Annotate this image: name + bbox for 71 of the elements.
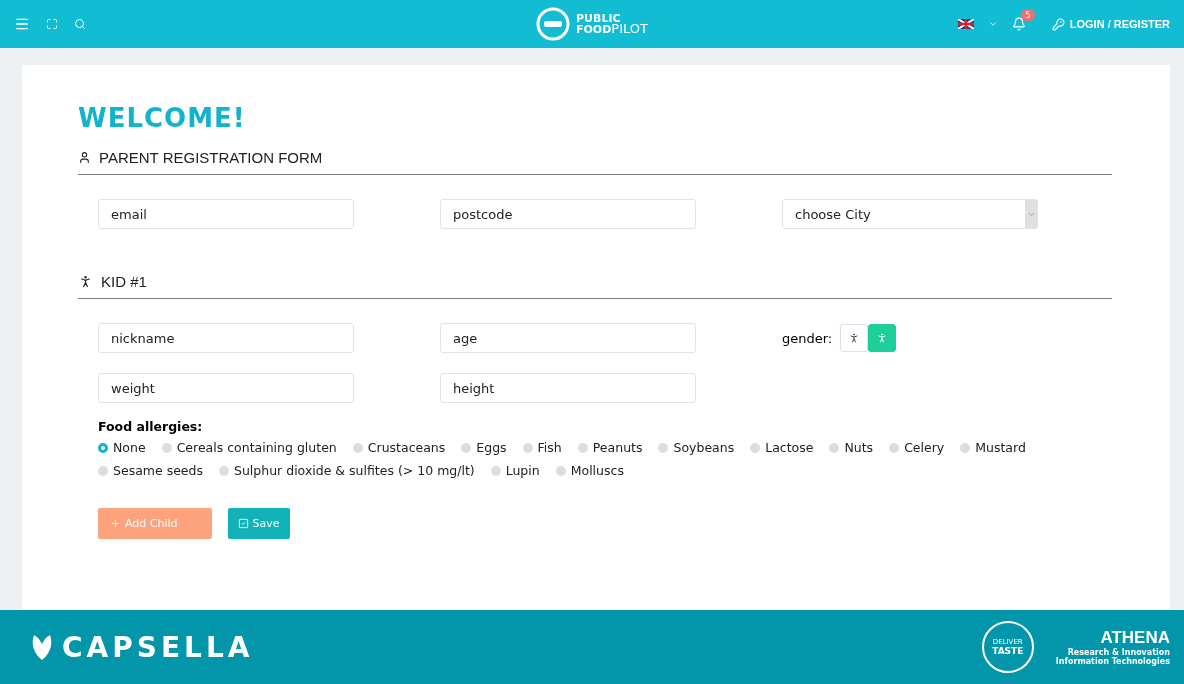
allergy-radio[interactable]: Nuts xyxy=(829,440,874,455)
allergy-radio[interactable]: Mustard xyxy=(960,440,1026,455)
radio-dot[interactable] xyxy=(490,465,501,476)
radio-label: Lupin xyxy=(505,463,540,478)
radio-dot[interactable] xyxy=(461,442,472,453)
allergy-radio[interactable]: Lactose xyxy=(750,440,814,455)
flag-icon[interactable] xyxy=(957,19,974,29)
text-field[interactable]: nickname xyxy=(98,323,354,353)
menu-icon[interactable] xyxy=(14,16,30,32)
radio-dot[interactable] xyxy=(960,442,971,453)
radio-dot[interactable] xyxy=(352,442,363,453)
bell-icon[interactable] xyxy=(1011,17,1026,31)
allergy-radio[interactable]: Soybeans xyxy=(658,440,735,455)
search-icon[interactable] xyxy=(74,18,86,30)
section-title: KID #1 xyxy=(101,273,147,290)
radio-dot[interactable] xyxy=(98,442,108,453)
key-icon xyxy=(1051,17,1065,31)
logo-text: PUBLIC xyxy=(576,13,621,24)
chevron-down-icon[interactable] xyxy=(987,19,998,29)
radio-label: Molluscs xyxy=(570,463,624,478)
checkbox-icon xyxy=(237,518,249,529)
text-field[interactable]: weight xyxy=(98,373,354,403)
radio-dot[interactable] xyxy=(577,442,588,453)
user-icon xyxy=(78,151,91,164)
radio-dot[interactable] xyxy=(98,465,108,476)
notification-badge: 5 xyxy=(1021,9,1035,21)
athena-logo: ATHENA Research & Innovation Information Technologies xyxy=(1055,628,1170,666)
logo-text: PILOT xyxy=(611,23,648,34)
text-field[interactable]: age xyxy=(440,323,696,353)
text-field[interactable]: email xyxy=(98,199,354,229)
section-title: PARENT REGISTRATION FORM xyxy=(99,149,323,166)
allergy-radio[interactable]: Crustaceans xyxy=(352,440,446,455)
allergy-radio[interactable]: Lupin xyxy=(490,463,540,478)
radio-label: Eggs xyxy=(476,440,507,455)
radio-dot[interactable] xyxy=(750,442,761,453)
text-field[interactable]: postcode xyxy=(440,199,696,229)
radio-dot[interactable] xyxy=(522,442,533,453)
radio-label: Lactose xyxy=(765,440,814,455)
radio-dot[interactable] xyxy=(889,442,900,453)
radio-label: Crustaceans xyxy=(367,440,446,455)
fullscreen-icon[interactable] xyxy=(46,18,58,30)
radio-dot[interactable] xyxy=(658,442,669,453)
radio-dot[interactable] xyxy=(161,442,172,453)
logo-text: FOOD xyxy=(576,24,612,35)
radio-label: Celery xyxy=(904,440,945,455)
radio-label: Nuts xyxy=(844,440,874,455)
welcome-heading: WELCOME! xyxy=(78,103,247,133)
plus-icon xyxy=(110,518,121,529)
allergy-radio[interactable]: Fish xyxy=(522,440,562,455)
radio-label: None xyxy=(113,440,146,455)
female-button[interactable] xyxy=(868,324,897,352)
allergy-radio[interactable]: Celery xyxy=(889,440,945,455)
leaf-icon xyxy=(30,633,54,661)
brand-name: CAPSELLA xyxy=(62,630,254,664)
allergy-radio[interactable]: Peanuts xyxy=(577,440,643,455)
allergy-radio[interactable]: Molluscs xyxy=(555,463,624,478)
radio-label: Soybeans xyxy=(673,440,735,455)
radio-label: Mustard xyxy=(975,440,1026,455)
radio-dot[interactable] xyxy=(829,442,840,453)
allergy-radio[interactable]: Eggs xyxy=(461,440,507,455)
text-field[interactable]: height xyxy=(440,373,696,403)
allergies-label: Food allergies: xyxy=(98,419,204,434)
person-icon xyxy=(78,274,93,289)
radio-dot[interactable] xyxy=(555,465,566,476)
male-button[interactable] xyxy=(840,324,869,352)
allergy-radio[interactable]: None xyxy=(98,440,146,455)
city-select[interactable]: choose City xyxy=(782,199,1038,229)
gender-label: gender: xyxy=(782,330,833,346)
radio-label: Fish xyxy=(537,440,562,455)
radio-label: Peanuts xyxy=(592,440,643,455)
radio-dot[interactable] xyxy=(219,465,229,476)
